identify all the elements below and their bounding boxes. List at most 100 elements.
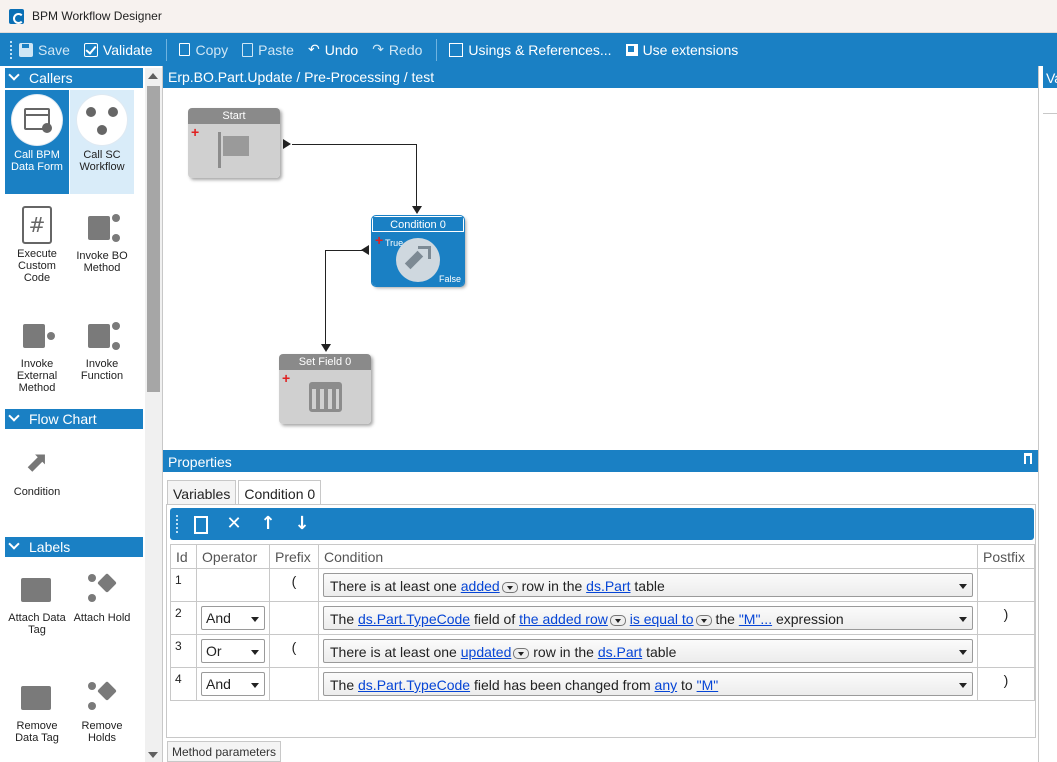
column-header-condition[interactable]: Condition (318, 544, 978, 569)
condition-link[interactable]: any (655, 677, 678, 693)
column-header-id[interactable]: Id (170, 544, 197, 569)
tool-invoke-external-method[interactable]: Invoke External Method (5, 310, 69, 408)
tool-invoke-function[interactable]: Invoke Function (70, 310, 134, 408)
toolbar-grip[interactable] (10, 40, 13, 59)
tool-call-sc-workflow[interactable]: Call SC Workflow (70, 90, 134, 194)
category-flowchart-header[interactable]: Flow Chart (5, 409, 143, 429)
condition-editor-box[interactable]: There is at least one added row in the d… (323, 573, 973, 597)
condition-link[interactable]: added (461, 578, 500, 594)
chevron-down-icon[interactable] (959, 617, 967, 622)
row-postfix[interactable]: ) (977, 667, 1035, 701)
operator-select[interactable]: Or (201, 639, 265, 663)
row-prefix[interactable] (269, 667, 319, 701)
column-header-operator[interactable]: Operator (196, 544, 270, 569)
arrow-head (412, 206, 422, 214)
redo-button[interactable]: ↷ Redo (372, 41, 422, 58)
row-prefix[interactable] (269, 601, 319, 635)
condition-editor-box[interactable]: There is at least one updated row in the… (323, 639, 973, 663)
row-prefix[interactable]: ( (269, 568, 319, 602)
column-header-prefix[interactable]: Prefix (269, 544, 319, 569)
delete-row-icon[interactable]: ✕ (223, 514, 245, 534)
tool-condition[interactable]: ⬈ Condition (5, 438, 69, 508)
category-labels-header[interactable]: Labels (5, 537, 143, 557)
palette-scrollbar[interactable] (145, 68, 162, 762)
tool-call-bpm-data-form[interactable]: Call BPM Data Form (5, 90, 69, 194)
tool-remove-data-tag[interactable]: Remove Data Tag (5, 672, 69, 758)
scroll-thumb[interactable] (147, 86, 160, 392)
chevron-down-icon[interactable] (609, 615, 626, 626)
connector-start-condition (292, 144, 417, 145)
move-down-icon[interactable]: ↓ (291, 514, 313, 534)
main-toolbar: Save Validate Copy Paste ↶ Undo ↷ Redo Usi… (0, 33, 1057, 66)
tool-remove-holds[interactable]: Remove Holds (70, 672, 134, 758)
chevron-down-icon[interactable] (959, 683, 967, 688)
right-panel-header[interactable]: Va (1043, 66, 1057, 88)
tab-condition[interactable]: Condition 0 (238, 480, 322, 505)
copy-button[interactable]: Copy (179, 42, 228, 58)
table-row[interactable]: 2 And The ds.Part.TypeCode field of the … (170, 601, 1035, 635)
toolbar-grip[interactable] (176, 515, 179, 533)
chevron-down-icon[interactable] (959, 584, 967, 589)
table-row[interactable]: 1 ( There is at least one added row in t… (170, 568, 1035, 602)
workflow-canvas[interactable]: Start + Condition 0 + True False Set Fie… (163, 88, 1038, 450)
save-button[interactable]: Save (19, 42, 70, 58)
operator-select[interactable]: And (201, 672, 265, 696)
condition-link[interactable]: ds.Part.TypeCode (358, 611, 470, 627)
condition-link[interactable]: is equal to (630, 611, 694, 627)
condition-link[interactable]: "M" (697, 677, 719, 693)
chevron-down-icon[interactable] (695, 615, 712, 626)
condition-link[interactable]: ds.Part.TypeCode (358, 677, 470, 693)
undo-button[interactable]: ↶ Undo (308, 41, 358, 58)
row-postfix[interactable]: ) (977, 601, 1035, 635)
chevron-down-icon[interactable] (959, 650, 967, 655)
node-condition[interactable]: Condition 0 + True False (371, 215, 465, 287)
tool-attach-data-tag[interactable]: Attach Data Tag (5, 564, 69, 650)
connector-start-condition (416, 144, 417, 210)
condition-editor-box[interactable]: The ds.Part.TypeCode field of the added … (323, 606, 973, 630)
row-postfix[interactable] (977, 568, 1035, 602)
chevron-down-icon[interactable] (501, 582, 518, 593)
condition-link[interactable]: ds.Part (586, 578, 630, 594)
tab-method-parameters[interactable]: Method parameters (167, 741, 282, 762)
row-postfix[interactable] (977, 634, 1035, 668)
tool-attach-hold[interactable]: Attach Hold (70, 564, 134, 650)
operator-select[interactable]: And (201, 606, 265, 630)
move-up-icon[interactable]: ↑ (257, 514, 279, 534)
output-port[interactable] (283, 139, 291, 149)
pin-icon[interactable] (1024, 453, 1032, 464)
condition-editor-box[interactable]: The ds.Part.TypeCode field has been chan… (323, 672, 973, 696)
column-header-postfix[interactable]: Postfix (977, 544, 1035, 569)
usings-references-button[interactable]: Usings & References... (449, 42, 612, 58)
use-extensions-button[interactable]: Use extensions (625, 42, 738, 58)
scroll-up-icon[interactable] (148, 73, 158, 79)
tool-execute-custom-code[interactable]: # Execute Custom Code (5, 202, 69, 300)
node-set-field[interactable]: Set Field 0 + (279, 354, 371, 424)
add-icon[interactable]: + (191, 125, 199, 139)
chevron-down-icon[interactable] (513, 648, 530, 659)
row-operator[interactable] (196, 568, 270, 602)
row-prefix[interactable]: ( (269, 634, 319, 668)
tab-variables[interactable]: Variables (167, 480, 237, 504)
add-icon[interactable]: + (375, 233, 383, 247)
output-port[interactable] (361, 245, 369, 255)
app-logo-icon (9, 9, 24, 24)
category-callers-header[interactable]: Callers (5, 68, 143, 88)
condition-link[interactable]: updated (461, 644, 512, 660)
row-condition: The ds.Part.TypeCode field of the added … (318, 601, 978, 635)
condition-link[interactable]: ds.Part (598, 644, 642, 660)
toolbar-separator (166, 38, 168, 61)
condition-link[interactable]: the added row (519, 611, 608, 627)
grid-toolbar: ✕ ↑ ↓ (170, 508, 1034, 540)
tool-invoke-bo-method[interactable]: Invoke BO Method (70, 202, 134, 300)
validate-button[interactable]: Validate (83, 42, 152, 58)
activity-palette: Callers Call BPM Data Form Call SC Workf… (0, 66, 163, 762)
add-icon[interactable]: + (282, 371, 290, 385)
copy-icon (179, 43, 191, 56)
table-row[interactable]: 4 And The ds.Part.TypeCode field has bee… (170, 667, 1035, 701)
scroll-down-icon[interactable] (148, 752, 158, 758)
new-row-icon[interactable] (189, 514, 211, 534)
condition-link[interactable]: "M"... (739, 611, 772, 627)
table-row[interactable]: 3 Or ( There is at least one updated row… (170, 634, 1035, 668)
paste-button[interactable]: Paste (242, 42, 294, 58)
node-start[interactable]: Start + (188, 108, 280, 178)
